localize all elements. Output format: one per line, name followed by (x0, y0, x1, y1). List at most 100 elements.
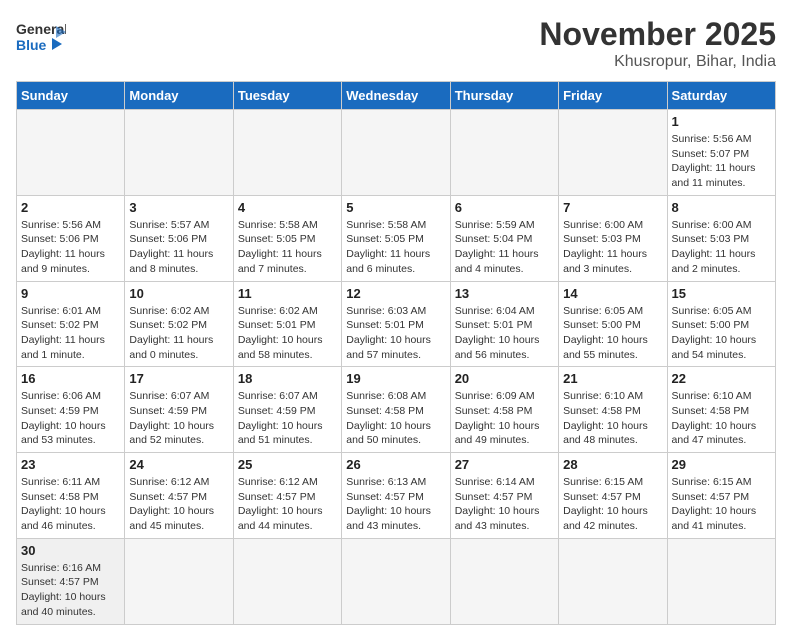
day-info: Sunrise: 6:16 AM Sunset: 4:57 PM Dayligh… (21, 561, 120, 620)
month-title: November 2025 (539, 16, 776, 53)
day-info: Sunrise: 6:01 AM Sunset: 5:02 PM Dayligh… (21, 304, 120, 363)
calendar-week-4: 16Sunrise: 6:06 AM Sunset: 4:59 PM Dayli… (17, 367, 776, 453)
calendar-cell: 15Sunrise: 6:05 AM Sunset: 5:00 PM Dayli… (667, 281, 775, 367)
day-number: 28 (563, 457, 662, 472)
logo: GeneralBlue (16, 16, 66, 60)
calendar-cell: 8Sunrise: 6:00 AM Sunset: 5:03 PM Daylig… (667, 195, 775, 281)
day-number: 7 (563, 200, 662, 215)
calendar-cell: 10Sunrise: 6:02 AM Sunset: 5:02 PM Dayli… (125, 281, 233, 367)
calendar-cell: 3 Sunrise: 5:57 AM Sunset: 5:06 PM Daylig… (125, 195, 233, 281)
calendar-cell (233, 538, 341, 624)
generalblue-logo-icon: GeneralBlue (16, 16, 66, 60)
calendar-cell (559, 110, 667, 196)
calendar-cell: 14Sunrise: 6:05 AM Sunset: 5:00 PM Dayli… (559, 281, 667, 367)
calendar-week-2: 2 Sunrise: 5:56 AM Sunset: 5:06 PM Daylig… (17, 195, 776, 281)
day-info: Sunrise: 6:07 AM Sunset: 4:59 PM Dayligh… (238, 389, 337, 448)
calendar-cell (667, 538, 775, 624)
day-number: 26 (346, 457, 445, 472)
calendar-cell (450, 538, 558, 624)
day-number: 6 (455, 200, 554, 215)
calendar-cell: 2 Sunrise: 5:56 AM Sunset: 5:06 PM Daylig… (17, 195, 125, 281)
day-info: Sunrise: 5:58 AM Sunset: 5:05 PM Dayligh… (238, 218, 337, 277)
calendar-cell: 30 Sunrise: 6:16 AM Sunset: 4:57 PM Dayli… (17, 538, 125, 624)
day-number: 24 (129, 457, 228, 472)
day-number: 12 (346, 286, 445, 301)
day-number: 30 (21, 543, 120, 558)
day-number: 13 (455, 286, 554, 301)
day-info: Sunrise: 6:12 AM Sunset: 4:57 PM Dayligh… (129, 475, 228, 534)
calendar-cell: 5 Sunrise: 5:58 AM Sunset: 5:05 PM Daylig… (342, 195, 450, 281)
calendar-cell: 25 Sunrise: 6:12 AM Sunset: 4:57 PM Dayli… (233, 453, 341, 539)
calendar-cell: 7 Sunrise: 6:00 AM Sunset: 5:03 PM Daylig… (559, 195, 667, 281)
day-info: Sunrise: 6:00 AM Sunset: 5:03 PM Dayligh… (563, 218, 662, 277)
day-number: 23 (21, 457, 120, 472)
day-info: Sunrise: 6:13 AM Sunset: 4:57 PM Dayligh… (346, 475, 445, 534)
calendar-cell: 16Sunrise: 6:06 AM Sunset: 4:59 PM Dayli… (17, 367, 125, 453)
weekday-monday: Monday (125, 82, 233, 110)
day-info: Sunrise: 6:12 AM Sunset: 4:57 PM Dayligh… (238, 475, 337, 534)
calendar-cell: 13 Sunrise: 6:04 AM Sunset: 5:01 PM Dayli… (450, 281, 558, 367)
day-info: Sunrise: 5:59 AM Sunset: 5:04 PM Dayligh… (455, 218, 554, 277)
day-info: Sunrise: 5:56 AM Sunset: 5:07 PM Dayligh… (672, 132, 771, 191)
day-number: 18 (238, 371, 337, 386)
calendar-cell (450, 110, 558, 196)
calendar-cell: 12 Sunrise: 6:03 AM Sunset: 5:01 PM Dayli… (342, 281, 450, 367)
day-info: Sunrise: 6:06 AM Sunset: 4:59 PM Dayligh… (21, 389, 120, 448)
weekday-sunday: Sunday (17, 82, 125, 110)
day-number: 8 (672, 200, 771, 215)
calendar-cell: 9Sunrise: 6:01 AM Sunset: 5:02 PM Daylig… (17, 281, 125, 367)
calendar-cell: 28 Sunrise: 6:15 AM Sunset: 4:57 PM Dayli… (559, 453, 667, 539)
day-number: 2 (21, 200, 120, 215)
day-number: 22 (672, 371, 771, 386)
weekday-wednesday: Wednesday (342, 82, 450, 110)
weekday-saturday: Saturday (667, 82, 775, 110)
day-number: 4 (238, 200, 337, 215)
day-info: Sunrise: 6:11 AM Sunset: 4:58 PM Dayligh… (21, 475, 120, 534)
calendar-cell: 17 Sunrise: 6:07 AM Sunset: 4:59 PM Dayli… (125, 367, 233, 453)
calendar-cell (342, 538, 450, 624)
day-info: Sunrise: 6:15 AM Sunset: 4:57 PM Dayligh… (563, 475, 662, 534)
day-info: Sunrise: 6:07 AM Sunset: 4:59 PM Dayligh… (129, 389, 228, 448)
svg-text:Blue: Blue (16, 37, 47, 53)
weekday-header-row: SundayMondayTuesdayWednesdayThursdayFrid… (17, 82, 776, 110)
day-info: Sunrise: 6:03 AM Sunset: 5:01 PM Dayligh… (346, 304, 445, 363)
day-info: Sunrise: 5:58 AM Sunset: 5:05 PM Dayligh… (346, 218, 445, 277)
day-info: Sunrise: 6:04 AM Sunset: 5:01 PM Dayligh… (455, 304, 554, 363)
calendar-cell: 18 Sunrise: 6:07 AM Sunset: 4:59 PM Dayli… (233, 367, 341, 453)
day-number: 17 (129, 371, 228, 386)
calendar-cell (233, 110, 341, 196)
day-info: Sunrise: 6:10 AM Sunset: 4:58 PM Dayligh… (563, 389, 662, 448)
day-number: 21 (563, 371, 662, 386)
location: Khusropur, Bihar, India (539, 53, 776, 71)
calendar-cell (125, 110, 233, 196)
calendar-cell: 22Sunrise: 6:10 AM Sunset: 4:58 PM Dayli… (667, 367, 775, 453)
weekday-tuesday: Tuesday (233, 82, 341, 110)
day-number: 1 (672, 114, 771, 129)
weekday-thursday: Thursday (450, 82, 558, 110)
calendar-cell: 26 Sunrise: 6:13 AM Sunset: 4:57 PM Dayli… (342, 453, 450, 539)
day-info: Sunrise: 5:56 AM Sunset: 5:06 PM Dayligh… (21, 218, 120, 277)
day-number: 25 (238, 457, 337, 472)
calendar-cell (125, 538, 233, 624)
calendar-cell: 1 Sunrise: 5:56 AM Sunset: 5:07 PM Daylig… (667, 110, 775, 196)
calendar-cell (342, 110, 450, 196)
day-info: Sunrise: 6:15 AM Sunset: 4:57 PM Dayligh… (672, 475, 771, 534)
title-block: November 2025 Khusropur, Bihar, India (539, 16, 776, 71)
day-number: 11 (238, 286, 337, 301)
day-info: Sunrise: 6:08 AM Sunset: 4:58 PM Dayligh… (346, 389, 445, 448)
day-number: 5 (346, 200, 445, 215)
day-info: Sunrise: 5:57 AM Sunset: 5:06 PM Dayligh… (129, 218, 228, 277)
calendar-cell: 23 Sunrise: 6:11 AM Sunset: 4:58 PM Dayli… (17, 453, 125, 539)
calendar-cell: 20Sunrise: 6:09 AM Sunset: 4:58 PM Dayli… (450, 367, 558, 453)
day-info: Sunrise: 6:02 AM Sunset: 5:02 PM Dayligh… (129, 304, 228, 363)
calendar-cell: 19Sunrise: 6:08 AM Sunset: 4:58 PM Dayli… (342, 367, 450, 453)
calendar-week-1: 1 Sunrise: 5:56 AM Sunset: 5:07 PM Daylig… (17, 110, 776, 196)
calendar-cell: 24 Sunrise: 6:12 AM Sunset: 4:57 PM Dayli… (125, 453, 233, 539)
day-number: 3 (129, 200, 228, 215)
day-info: Sunrise: 6:02 AM Sunset: 5:01 PM Dayligh… (238, 304, 337, 363)
day-number: 14 (563, 286, 662, 301)
calendar-table: SundayMondayTuesdayWednesdayThursdayFrid… (16, 81, 776, 625)
calendar-week-5: 23 Sunrise: 6:11 AM Sunset: 4:58 PM Dayli… (17, 453, 776, 539)
calendar-cell: 27Sunrise: 6:14 AM Sunset: 4:57 PM Dayli… (450, 453, 558, 539)
calendar-week-3: 9Sunrise: 6:01 AM Sunset: 5:02 PM Daylig… (17, 281, 776, 367)
